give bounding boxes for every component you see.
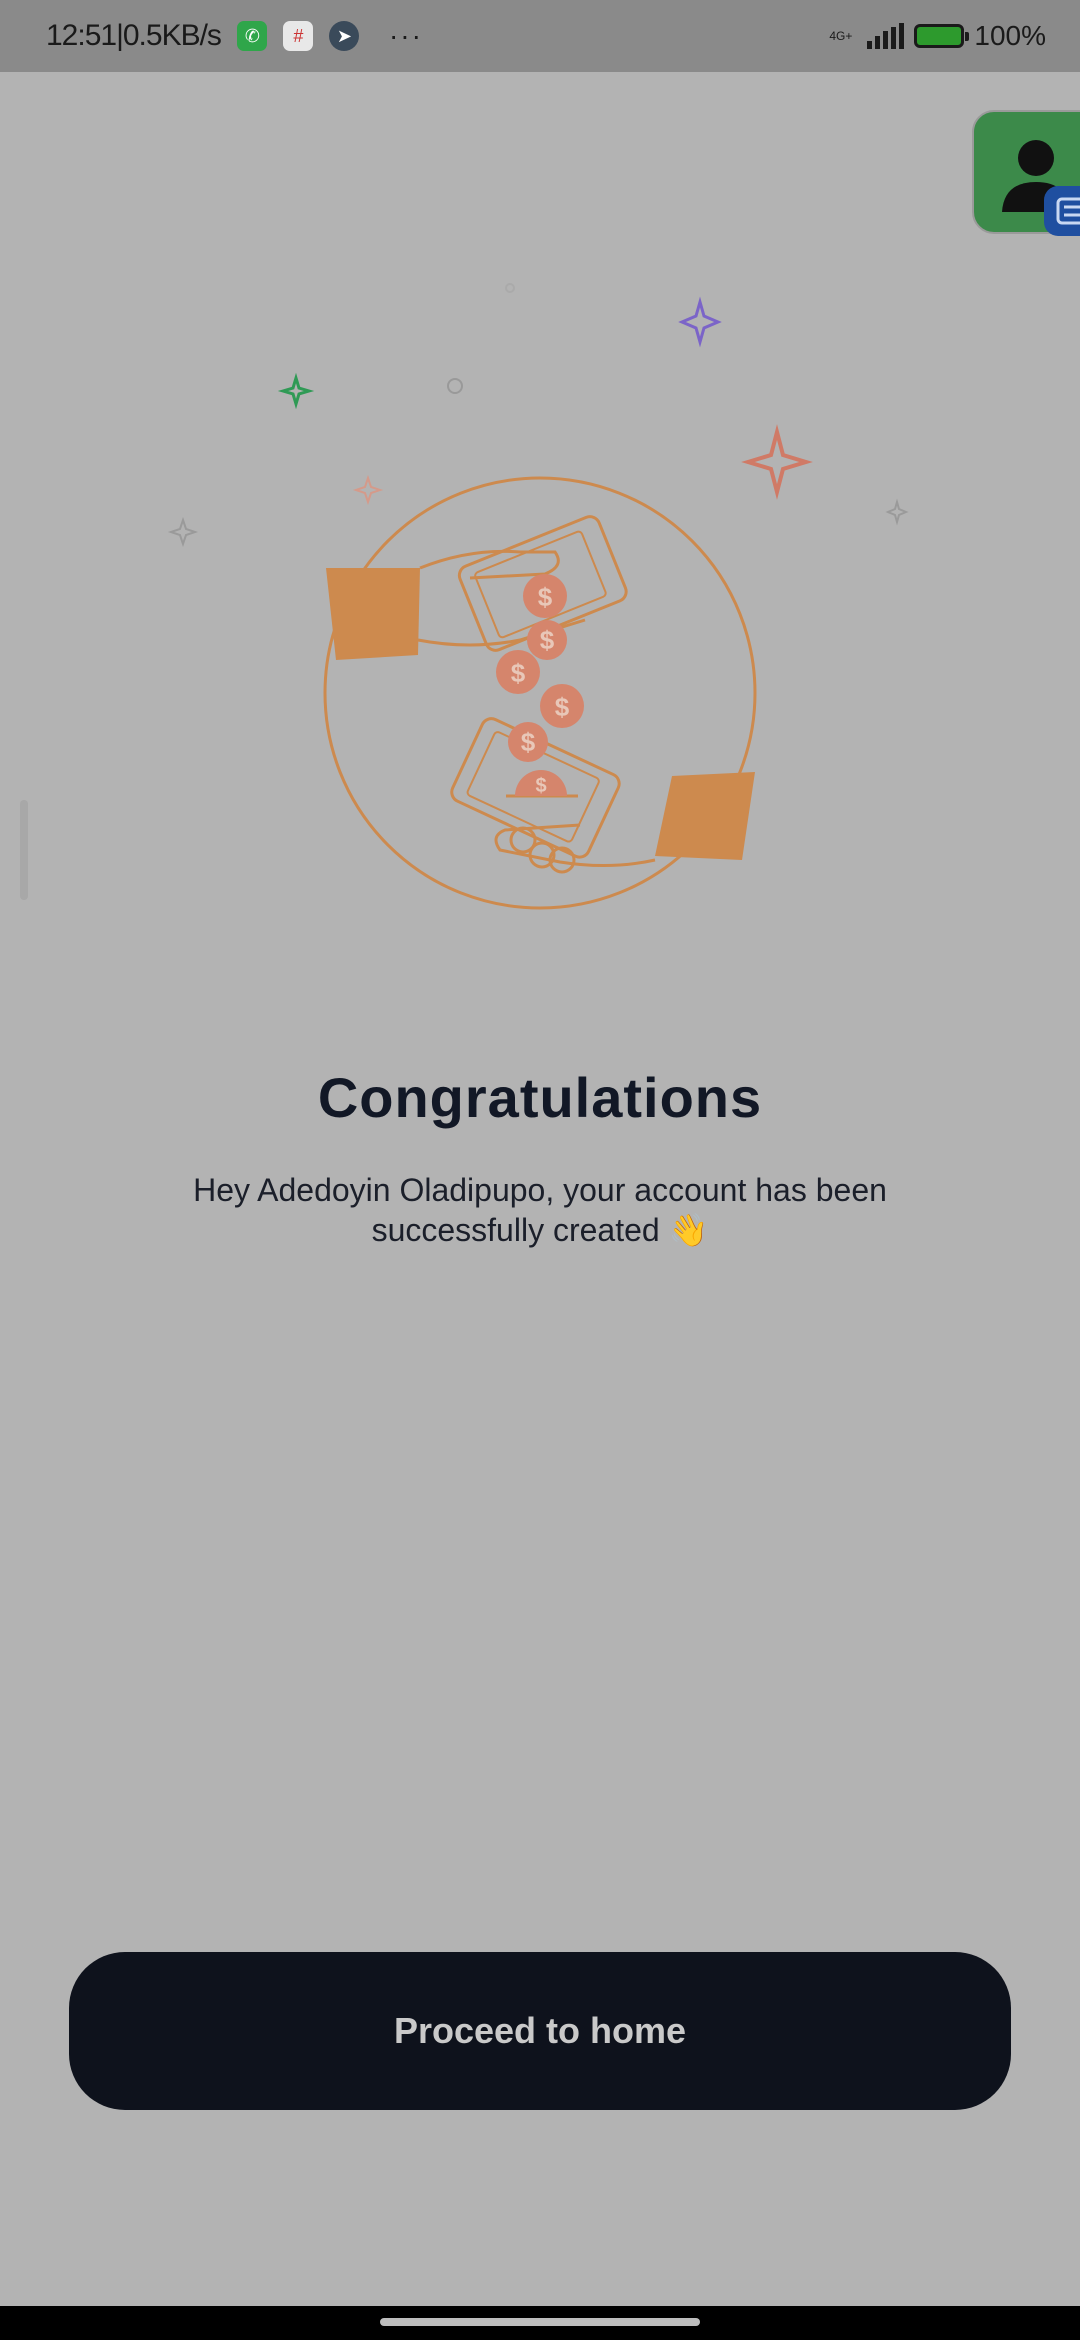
battery-percent: 100% — [974, 20, 1046, 51]
time-speed: 12:51|0.5KB/s — [46, 19, 222, 52]
status-right: 4G+ 100% — [829, 0, 1046, 72]
status-left: 12:51|0.5KB/s ✆ # ➤ ··· — [46, 0, 423, 72]
status-bar: 12:51|0.5KB/s ✆ # ➤ ··· 4G+ 100% — [0, 0, 1080, 72]
slack-icon: # — [282, 21, 313, 51]
svg-text:$: $ — [540, 625, 555, 655]
battery-icon — [914, 24, 970, 48]
home-indicator[interactable] — [380, 2318, 700, 2326]
network-type: 4G+ — [829, 29, 853, 43]
message-icon[interactable] — [1044, 186, 1080, 236]
svg-text:$: $ — [511, 658, 526, 688]
svg-text:$: $ — [555, 692, 570, 722]
success-message: Hey Adedoyin Oladipupo, your account has… — [193, 1172, 887, 1248]
whatsapp-icon: ✆ — [236, 21, 267, 51]
svg-text:$: $ — [538, 582, 553, 612]
proceed-to-home-button[interactable]: Proceed to home — [69, 1952, 1011, 2110]
navigation-bar — [0, 2306, 1080, 2340]
money-transfer-illustration: $ $ $ $ $ $ — [0, 250, 1080, 950]
svg-text:$: $ — [521, 727, 536, 757]
telegram-icon: ➤ — [328, 21, 359, 51]
page-title: Congratulations — [317, 1066, 763, 1129]
dollar-coin-icon: $ $ $ $ $ $ — [496, 574, 584, 797]
more-notifications-icon: ··· — [388, 20, 423, 51]
sparkle-icon — [167, 296, 909, 548]
svg-text:$: $ — [535, 775, 546, 797]
signal-icon — [867, 23, 905, 49]
